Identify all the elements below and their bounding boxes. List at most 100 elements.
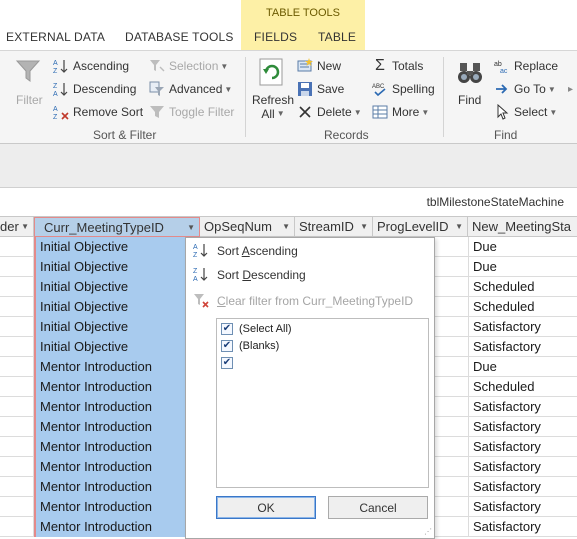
curr-meetingtypeid-cell[interactable]: Mentor Introduction: [34, 477, 199, 497]
tab-fields[interactable]: FIELDS: [254, 30, 297, 44]
svg-text:ab: ab: [494, 61, 502, 68]
order-cell[interactable]: [0, 417, 34, 437]
order-cell[interactable]: [0, 517, 34, 537]
delete-record-button[interactable]: Delete ▼: [297, 104, 362, 120]
toggle-filter-button[interactable]: Toggle Filter: [149, 104, 234, 120]
column-header-streamid[interactable]: StreamID ▼: [295, 217, 373, 237]
checkbox-checked-icon[interactable]: ✔: [221, 323, 233, 335]
refresh-label-line1: Refresh: [252, 93, 295, 107]
find-label: Find: [458, 93, 482, 107]
chevron-down-icon[interactable]: ▼: [21, 217, 29, 237]
remove-sort-button[interactable]: AZ Remove Sort: [53, 104, 143, 120]
new-meetingstatus-cell[interactable]: Satisfactory: [468, 457, 577, 477]
more-button[interactable]: More ▼: [372, 104, 429, 120]
spelling-button[interactable]: ABC Spelling: [372, 81, 435, 97]
refresh-label-line2: All: [261, 107, 275, 121]
order-cell[interactable]: [0, 297, 34, 317]
column-header-new-meetingstatus[interactable]: New_MeetingSta: [468, 217, 577, 237]
filter-button[interactable]: [14, 57, 42, 85]
descending-button[interactable]: ZA Descending: [53, 81, 136, 97]
save-record-button[interactable]: Save: [297, 81, 344, 97]
resize-grip-icon[interactable]: ⋰: [424, 527, 432, 536]
checklist-item-blanks[interactable]: ✔ (Blanks): [221, 338, 279, 354]
checkbox-checked-icon[interactable]: ✔: [221, 357, 233, 369]
new-meetingstatus-cell[interactable]: Scheduled: [468, 297, 577, 317]
new-meetingstatus-cell[interactable]: Satisfactory: [468, 437, 577, 457]
totals-button[interactable]: Σ Totals: [372, 58, 423, 74]
curr-meetingtypeid-cell[interactable]: Initial Objective: [34, 317, 199, 337]
new-record-button[interactable]: New: [297, 58, 341, 74]
chevron-down-icon[interactable]: ▼: [455, 217, 463, 237]
curr-meetingtypeid-cell[interactable]: Mentor Introduction: [34, 357, 199, 377]
order-cell[interactable]: [0, 377, 34, 397]
order-cell[interactable]: [0, 357, 34, 377]
clear-filter-menu-item[interactable]: Clear filter from Curr_MeetingTypeID: [192, 290, 413, 312]
curr-meetingtypeid-cell[interactable]: Initial Objective: [34, 277, 199, 297]
new-meetingstatus-cell[interactable]: Satisfactory: [468, 477, 577, 497]
sort-ascending-menu-item[interactable]: AZ Sort Ascending: [192, 240, 298, 262]
sigma-icon: Σ: [375, 57, 385, 74]
curr-meetingtypeid-cell[interactable]: Initial Objective: [34, 237, 199, 257]
chevron-down-icon[interactable]: ▼: [360, 217, 368, 237]
new-meetingstatus-cell[interactable]: Due: [468, 257, 577, 277]
tab-table[interactable]: TABLE: [318, 30, 356, 44]
curr-meetingtypeid-cell[interactable]: Initial Objective: [34, 337, 199, 357]
refresh-all-button[interactable]: [257, 57, 287, 89]
curr-meetingtypeid-cell[interactable]: Mentor Introduction: [34, 517, 199, 537]
goto-button[interactable]: Go To ▼: [494, 81, 556, 97]
order-cell[interactable]: [0, 237, 34, 257]
ok-button[interactable]: OK: [216, 496, 316, 519]
order-cell[interactable]: [0, 477, 34, 497]
column-header-curr-meetingtypeid[interactable]: Curr_MeetingTypeID ▼: [34, 217, 200, 237]
ribbon-overflow-icon[interactable]: ▸: [568, 84, 573, 95]
checklist-item-select-all[interactable]: ✔ (Select All): [221, 321, 292, 337]
advanced-button[interactable]: Advanced ▼: [149, 81, 232, 97]
new-meetingstatus-cell[interactable]: Scheduled: [468, 277, 577, 297]
column-header-order[interactable]: der ▼: [0, 217, 34, 237]
order-cell[interactable]: [0, 397, 34, 417]
chevron-down-icon[interactable]: ▼: [187, 218, 195, 236]
column-header-opseqnum[interactable]: OpSeqNum ▼: [200, 217, 295, 237]
new-label: New: [317, 59, 342, 73]
new-meetingstatus-cell[interactable]: Satisfactory: [468, 397, 577, 417]
curr-meetingtypeid-cell[interactable]: Mentor Introduction: [34, 457, 199, 477]
order-cell[interactable]: [0, 277, 34, 297]
order-cell[interactable]: [0, 257, 34, 277]
new-meetingstatus-cell[interactable]: Satisfactory: [468, 497, 577, 517]
cancel-button[interactable]: Cancel: [328, 496, 428, 519]
new-meetingstatus-cell[interactable]: Due: [468, 357, 577, 377]
checklist-item-empty[interactable]: ✔: [221, 355, 239, 371]
order-cell[interactable]: [0, 457, 34, 477]
order-cell[interactable]: [0, 437, 34, 457]
tab-database-tools[interactable]: DATABASE TOOLS: [125, 30, 234, 44]
sort-descending-menu-item[interactable]: ZA Sort Descending: [192, 264, 306, 286]
new-meetingstatus-cell[interactable]: Scheduled: [468, 377, 577, 397]
curr-meetingtypeid-cell[interactable]: Initial Objective: [34, 257, 199, 277]
curr-meetingtypeid-cell[interactable]: Mentor Introduction: [34, 397, 199, 417]
group-separator: [443, 57, 444, 137]
curr-meetingtypeid-cell[interactable]: Mentor Introduction: [34, 377, 199, 397]
label-part: Sort: [217, 268, 243, 282]
curr-meetingtypeid-cell[interactable]: Mentor Introduction: [34, 497, 199, 517]
new-meetingstatus-cell[interactable]: Satisfactory: [468, 317, 577, 337]
new-meetingstatus-cell[interactable]: Due: [468, 237, 577, 257]
order-cell[interactable]: [0, 317, 34, 337]
order-cell[interactable]: [0, 337, 34, 357]
tab-external-data[interactable]: EXTERNAL DATA: [6, 30, 105, 44]
order-cell[interactable]: [0, 497, 34, 517]
curr-meetingtypeid-cell[interactable]: Initial Objective: [34, 297, 199, 317]
replace-button[interactable]: ab ac Replace: [494, 58, 558, 74]
column-header-proglevelid[interactable]: ProgLevelID ▼: [373, 217, 468, 237]
new-meetingstatus-cell[interactable]: Satisfactory: [468, 517, 577, 537]
selection-button[interactable]: Selection ▼: [149, 58, 228, 74]
chevron-down-icon[interactable]: ▼: [282, 217, 290, 237]
curr-meetingtypeid-cell[interactable]: Mentor Introduction: [34, 437, 199, 457]
curr-meetingtypeid-cell[interactable]: Mentor Introduction: [34, 417, 199, 437]
ascending-button[interactable]: AZ Ascending: [53, 58, 129, 74]
select-button[interactable]: Select ▼: [494, 104, 557, 120]
new-meetingstatus-cell[interactable]: Satisfactory: [468, 337, 577, 357]
checkbox-checked-icon[interactable]: ✔: [221, 340, 233, 352]
find-button[interactable]: [456, 59, 484, 87]
label-accelerator: D: [242, 268, 252, 282]
new-meetingstatus-cell[interactable]: Satisfactory: [468, 417, 577, 437]
